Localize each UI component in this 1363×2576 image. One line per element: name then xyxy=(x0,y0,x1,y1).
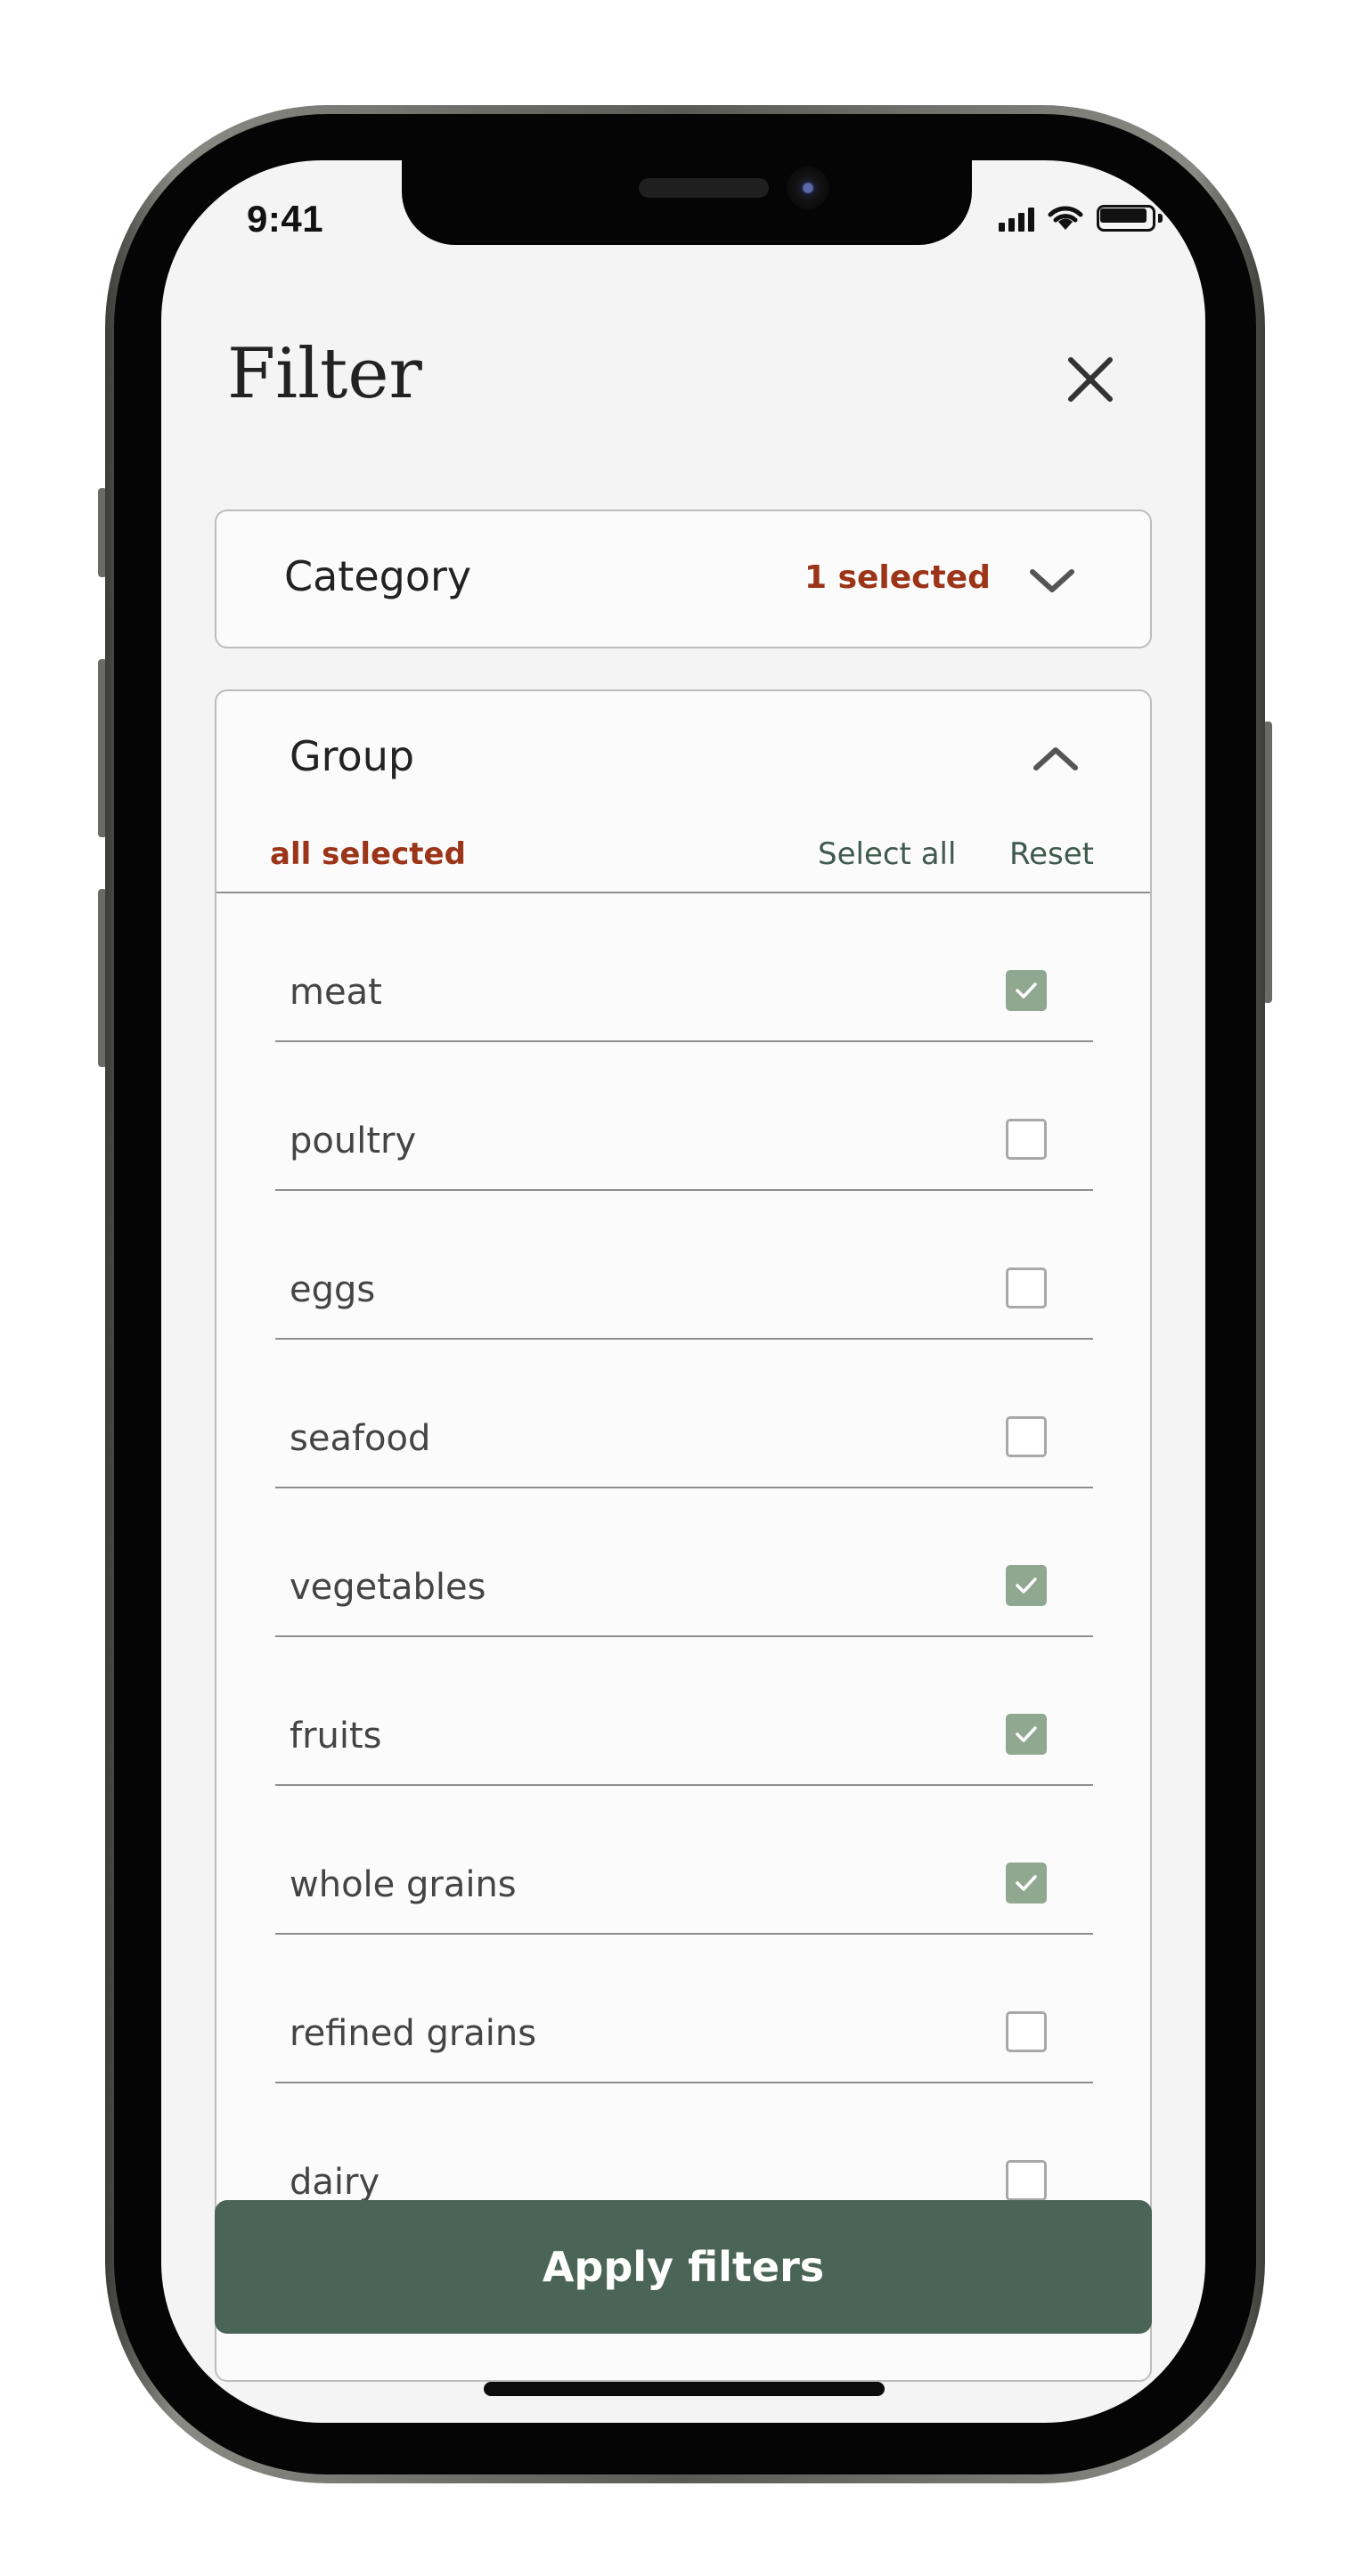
notch xyxy=(402,160,972,245)
filter-option-label: poultry xyxy=(290,1121,417,1162)
page-title: Filter xyxy=(227,334,422,414)
apply-filters-button[interactable]: Apply filters xyxy=(215,2200,1152,2334)
filter-option-row[interactable]: poultry xyxy=(275,1042,1093,1191)
checkmark-icon xyxy=(1016,1875,1037,1891)
filter-option-row[interactable]: seafood xyxy=(275,1340,1093,1488)
filter-option-label: dairy xyxy=(290,2162,380,2203)
filter-option-row[interactable]: vegetables xyxy=(275,1488,1093,1637)
chevron-up-icon xyxy=(1033,747,1078,770)
filter-option-label: fruits xyxy=(290,1716,382,1757)
filter-option-row[interactable]: fruits xyxy=(275,1637,1093,1786)
filter-option-checkbox[interactable] xyxy=(1006,2011,1047,2052)
filter-option-checkbox[interactable] xyxy=(1006,1119,1047,1160)
status-time: 9:41 xyxy=(247,198,324,240)
speaker-grille xyxy=(639,178,769,198)
filter-option-row[interactable]: refined grains xyxy=(275,1935,1093,2083)
cellular-signal-icon xyxy=(999,207,1034,232)
app-screen: 9:41 Filter Category 1 selected Group al… xyxy=(161,160,1205,2423)
status-icons xyxy=(999,203,1163,232)
category-selected-count: 1 selected xyxy=(804,559,991,596)
chevron-down-icon xyxy=(1030,569,1074,592)
battery-icon xyxy=(1097,205,1163,232)
filter-option-checkbox[interactable] xyxy=(1006,2160,1047,2201)
filter-option-row[interactable]: whole grains xyxy=(275,1786,1093,1935)
filter-option-checkbox[interactable] xyxy=(1006,1565,1047,1606)
filter-option-label: refined grains xyxy=(290,2013,537,2054)
close-icon xyxy=(1068,357,1113,402)
filter-option-checkbox[interactable] xyxy=(1006,970,1047,1011)
group-accordion: Group all selected Select all Reset meat… xyxy=(215,689,1152,2382)
camera-lens xyxy=(787,167,829,209)
checkmark-icon xyxy=(1016,982,1037,999)
filter-option-label: meat xyxy=(290,972,382,1013)
filter-option-checkbox[interactable] xyxy=(1006,1268,1047,1308)
group-label: Group xyxy=(290,732,415,780)
filter-option-label: whole grains xyxy=(290,1864,517,1905)
wifi-icon xyxy=(1048,206,1083,230)
checkmark-icon xyxy=(1016,1577,1037,1594)
category-label: Category xyxy=(284,552,472,600)
filter-option-checkbox[interactable] xyxy=(1006,1714,1047,1755)
filter-option-label: seafood xyxy=(290,1418,431,1459)
close-button[interactable] xyxy=(1053,342,1128,417)
checkmark-icon xyxy=(1016,1726,1037,1742)
filter-option-checkbox[interactable] xyxy=(1006,1416,1047,1457)
category-accordion[interactable]: Category 1 selected xyxy=(215,509,1152,648)
filter-option-row[interactable]: eggs xyxy=(275,1191,1093,1340)
filter-option-label: eggs xyxy=(290,1269,376,1310)
group-accordion-header[interactable]: Group all selected Select all Reset xyxy=(216,691,1150,893)
home-indicator xyxy=(484,2382,885,2396)
filter-option-checkbox[interactable] xyxy=(1006,1863,1047,1903)
filter-option-row[interactable]: meat xyxy=(275,893,1093,1042)
select-all-button[interactable]: Select all xyxy=(818,836,956,872)
filter-option-label: vegetables xyxy=(290,1567,486,1608)
reset-button[interactable]: Reset xyxy=(1009,836,1094,872)
group-selection-status: all selected xyxy=(270,836,466,872)
